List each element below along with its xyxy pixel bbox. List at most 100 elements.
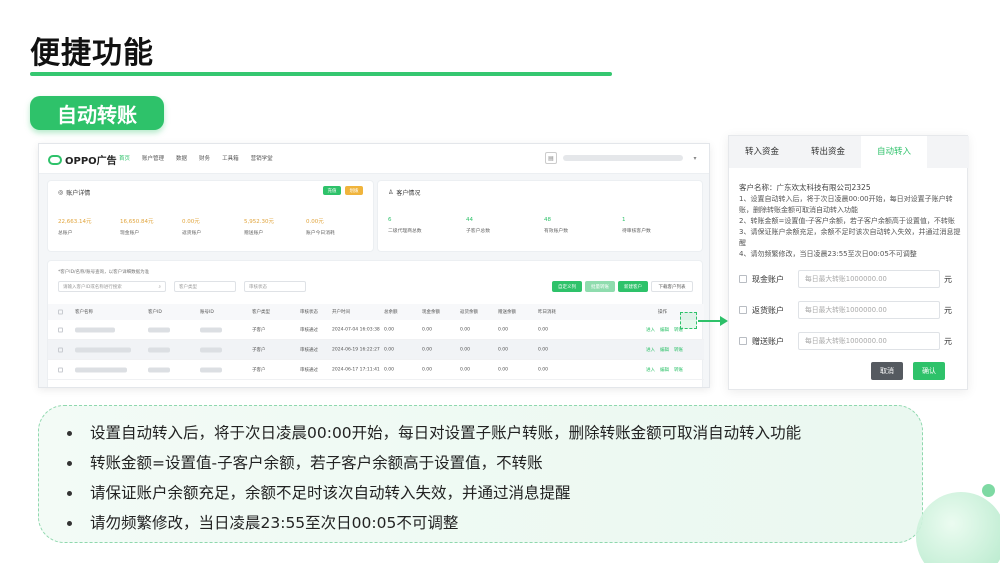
- table-row[interactable]: 子客户 审核通过 2024-06-19 16:22:27 0.00 0.00 0…: [48, 340, 704, 360]
- edit-link[interactable]: 编辑: [660, 347, 669, 353]
- note-text: 请保证账户余额充足，余额不足时该次自动转入失效，并通过消息提醒: [90, 484, 571, 502]
- chevron-down-icon[interactable]: ▾: [689, 152, 701, 164]
- cash-account-checkbox[interactable]: [739, 275, 747, 283]
- total-balance: 0.00: [384, 367, 395, 372]
- decorative-circle-small: [982, 484, 995, 497]
- open-time: 2024-06-19 16:22:27: [332, 347, 380, 352]
- customer-id-blurred: [148, 327, 170, 332]
- open-time: 2024-06-17 17:11:41: [332, 367, 380, 372]
- nav-item-accounts[interactable]: 账户管理: [142, 154, 164, 162]
- enter-link[interactable]: 进入: [646, 367, 655, 373]
- auto-transfer-dialog: 转入资金 转出资金 自动转入 客户名称：广东欢太科技有限公司2325 1、设置自…: [728, 135, 969, 390]
- gift-amount-input[interactable]: 每日最大转账1000000.00: [798, 332, 940, 350]
- stat-label: 待审核客户数: [622, 229, 651, 234]
- nav-item-home[interactable]: 首页: [119, 154, 130, 162]
- customer-id-blurred: [148, 347, 170, 352]
- audit-status: 审核通过: [300, 347, 318, 353]
- return-account-checkbox[interactable]: [739, 306, 747, 314]
- tab-transfer-out[interactable]: 转出资金: [795, 136, 861, 168]
- download-customers-button[interactable]: 下载客户列表: [651, 281, 693, 292]
- confirm-button[interactable]: 确认: [913, 362, 945, 380]
- audit-status: 审核通过: [300, 327, 318, 333]
- edit-link[interactable]: 编辑: [660, 367, 669, 373]
- dialog-tabs: 转入资金 转出资金 自动转入: [729, 136, 969, 168]
- stat-value: 0.00元: [182, 219, 200, 225]
- column-header: 开户时间: [332, 310, 350, 315]
- unit-label: 元: [944, 274, 952, 284]
- search-placeholder: 请输入客户ID或名称进行搜索: [63, 284, 122, 290]
- return-balance: 0.00: [460, 367, 471, 372]
- stat-item: 1 待审核客户数: [622, 217, 700, 234]
- column-header: 账号ID: [200, 310, 214, 315]
- table-row[interactable]: 子客户 审核通过 2024-06-17 17:11:41 0.00 0.00 0…: [48, 360, 704, 380]
- account-label: 赠送账户: [752, 336, 784, 346]
- gift-account-checkbox[interactable]: [739, 337, 747, 345]
- row-checkbox[interactable]: [58, 347, 63, 352]
- audit-status-select[interactable]: 审核状态: [244, 281, 306, 292]
- row-checkbox[interactable]: [58, 327, 63, 332]
- stat-item: 44 子客户总数: [466, 217, 544, 234]
- pointer-arrow: [698, 320, 722, 322]
- column-header: 操作: [658, 310, 667, 315]
- panel-title: ◎ 账户详情: [58, 188, 90, 197]
- stat-item: 0.00元 账户今日消耗: [306, 217, 368, 236]
- wallet-icon: ◎: [58, 189, 64, 196]
- notes-box: 设置自动转入后，将于次日凌晨00:00开始，每日对设置子账户转账，删除转账金额可…: [38, 405, 923, 543]
- rule-text: 4、请勿频繁修改，当日凌晨23:55至次日00:05不可调整: [739, 250, 917, 258]
- transfer-link[interactable]: 转账: [674, 367, 683, 373]
- logo-text: OPPO广告: [65, 156, 117, 167]
- app-logo[interactable]: OPPO广告: [48, 152, 117, 167]
- unit-label: 元: [944, 336, 952, 346]
- transfer-link[interactable]: 转账: [674, 347, 683, 353]
- panel-actions: 充值 划拨: [323, 186, 363, 195]
- column-header: 客户ID: [148, 310, 162, 315]
- row-checkbox[interactable]: [58, 367, 63, 372]
- allocate-button[interactable]: 划拨: [345, 186, 363, 195]
- column-header[interactable]: 总余额: [384, 309, 398, 315]
- list-item: 设置自动转入后，将于次日凌晨00:00开始，每日对设置子账户转账，删除转账金额可…: [67, 418, 801, 448]
- select-value: 客户类型: [179, 284, 197, 290]
- nav-item-academy[interactable]: 营销学堂: [251, 154, 273, 162]
- cash-amount-input[interactable]: 每日最大转账1000000.00: [798, 270, 940, 288]
- edit-link[interactable]: 编辑: [660, 327, 669, 333]
- message-icon[interactable]: ▤: [545, 152, 557, 164]
- customer-type-select[interactable]: 客户类型: [174, 281, 236, 292]
- column-header[interactable]: 赠送余额: [498, 309, 516, 315]
- batch-transfer-button[interactable]: 批量转账: [585, 281, 615, 292]
- nav-item-finance[interactable]: 财务: [199, 154, 210, 162]
- customer-name-blurred: [75, 327, 115, 332]
- cash-balance: 0.00: [422, 367, 433, 372]
- decorative-circle-large: [916, 492, 1000, 563]
- table-hint: *客户ID/名称/账号查询，以客户详细数据为准: [58, 270, 150, 275]
- column-header[interactable]: 返货余额: [460, 309, 478, 315]
- column-header: 客户名称: [75, 310, 93, 315]
- stat-value: 1: [622, 217, 626, 223]
- stat-item: 16,650.84元 现金账户: [120, 217, 182, 236]
- customer-stats: 6 二级代理商总数 44 子客户总数 48 有效账户数 1 待审核客户数: [388, 217, 700, 234]
- gift-balance: 0.00: [498, 347, 509, 352]
- unit-label: 元: [944, 305, 952, 315]
- cash-balance: 0.00: [422, 347, 433, 352]
- slide-title: 便捷功能: [30, 36, 154, 71]
- nav-item-tools[interactable]: 工具箱: [222, 154, 239, 162]
- return-amount-input[interactable]: 每日最大转账1000000.00: [798, 301, 940, 319]
- table-row[interactable]: 子客户 审核通过 2024-07-04 16:03:38 0.00 0.00 0…: [48, 320, 704, 340]
- tab-auto-transfer[interactable]: 自动转入: [861, 136, 927, 168]
- list-item: 请保证账户余额充足，余额不足时该次自动转入失效，并通过消息提醒: [67, 478, 801, 508]
- nav-item-data[interactable]: 数据: [176, 154, 187, 162]
- tab-transfer-in[interactable]: 转入资金: [729, 136, 795, 168]
- enter-link[interactable]: 进入: [646, 347, 655, 353]
- enter-link[interactable]: 进入: [646, 327, 655, 333]
- cash-balance: 0.00: [422, 327, 433, 332]
- customer-search-input[interactable]: 请输入客户ID或名称进行搜索 ⌕: [58, 281, 166, 292]
- bullet-icon: [67, 430, 72, 436]
- total-balance: 0.00: [384, 327, 395, 332]
- select-all-checkbox[interactable]: [58, 309, 63, 315]
- column-header[interactable]: 昨日消耗: [538, 309, 556, 315]
- recharge-button[interactable]: 充值: [323, 186, 341, 195]
- new-customer-button[interactable]: 新建客户: [618, 281, 648, 292]
- column-header[interactable]: 现金余额: [422, 309, 440, 315]
- yesterday-cost: 0.00: [538, 327, 549, 332]
- cancel-button[interactable]: 取消: [871, 362, 903, 380]
- custom-columns-button[interactable]: 自定义列: [552, 281, 582, 292]
